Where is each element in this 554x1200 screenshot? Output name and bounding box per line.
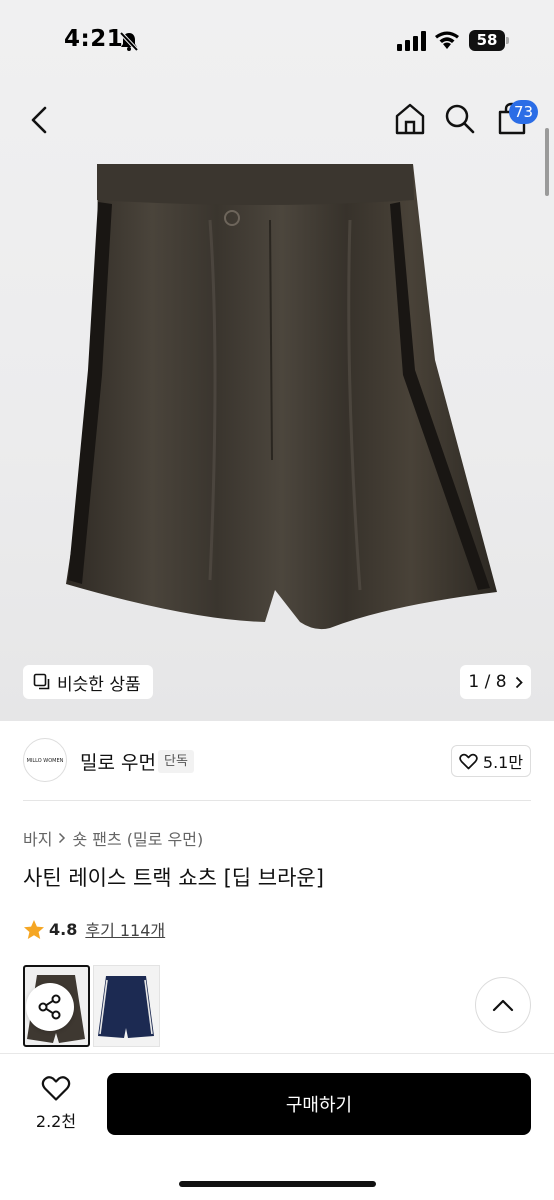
wish-count: 2.2천 [35, 1112, 77, 1131]
search-icon[interactable] [444, 102, 476, 136]
product-image [66, 164, 497, 630]
breadcrumb-item-subcategory[interactable]: 숏 팬츠 (밀로 우먼) [72, 826, 203, 850]
brand-row: MILLO WOMEN 밀로 우먼 단독 5.1만 [0, 721, 554, 801]
similar-products-label: 비슷한 상품 [57, 674, 141, 695]
heart-icon [41, 1076, 71, 1101]
buy-button[interactable]: 구매하기 [107, 1073, 531, 1135]
divider [23, 800, 531, 801]
star-icon [24, 919, 44, 939]
chevron-up-icon [492, 999, 514, 1011]
status-bar: 4:21 58 [0, 0, 554, 84]
rating-row: 4.8 후기 114개 [23, 917, 165, 941]
chevron-right-icon [515, 676, 523, 688]
exclusive-badge: 단독 [158, 750, 194, 773]
pager-label: 1 / 8 [468, 672, 507, 692]
similar-products-button[interactable]: 비슷한 상품 [23, 665, 153, 699]
status-time: 4:21 [64, 26, 124, 52]
thumbnail-image [98, 976, 154, 1038]
cart-count-badge: 73 [509, 100, 538, 124]
battery-indicator: 58 [469, 30, 509, 51]
wish-button[interactable]: 2.2천 [30, 1075, 82, 1131]
wifi-icon [435, 31, 459, 49]
image-pager[interactable]: 1 / 8 [460, 665, 531, 699]
product-title: 사틴 레이스 트랙 쇼츠 [딥 브라운] [23, 866, 324, 890]
brand-name[interactable]: 밀로 우먼 [80, 748, 156, 775]
home-icon[interactable] [393, 102, 427, 136]
heart-icon [459, 753, 478, 769]
bell-off-icon [119, 31, 139, 52]
brand-like-count: 5.1만 [482, 753, 524, 772]
rating-value: 4.8 [49, 919, 78, 939]
review-count-link[interactable]: 후기 114개 [85, 917, 165, 941]
breadcrumb-item-category[interactable]: 바지 [23, 826, 52, 850]
scroll-to-top-button[interactable] [475, 977, 531, 1033]
brand-logo[interactable]: MILLO WOMEN [23, 738, 67, 782]
chevron-right-icon [59, 832, 66, 844]
copy-icon [33, 673, 50, 690]
scrollbar[interactable] [545, 128, 549, 196]
signal-icon [397, 31, 426, 51]
back-icon[interactable] [24, 102, 56, 138]
share-button[interactable] [26, 983, 74, 1031]
share-icon [38, 994, 61, 1020]
brand-like-button[interactable]: 5.1만 [451, 745, 531, 777]
thumbnail-navy[interactable] [93, 965, 160, 1047]
battery-level: 58 [469, 30, 505, 51]
breadcrumb: 바지 숏 팬츠 (밀로 우먼) [23, 826, 203, 850]
home-indicator [179, 1181, 376, 1187]
